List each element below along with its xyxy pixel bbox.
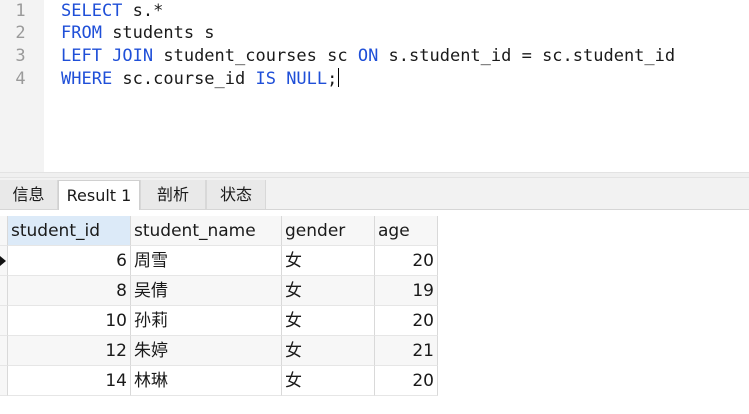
code-text: FROM students s xyxy=(61,22,215,45)
table-cell[interactable]: 林琳 xyxy=(131,366,282,396)
table-cell[interactable]: 女 xyxy=(282,276,375,306)
results-grid[interactable]: student_id student_name gender age 6 周雪 … xyxy=(0,210,749,414)
table-cell[interactable]: 6 xyxy=(8,246,131,276)
table-cell[interactable]: 女 xyxy=(282,336,375,366)
sql-token: sc.course_id xyxy=(112,69,256,89)
column-header-gender[interactable]: gender xyxy=(282,216,375,246)
result-tab-bar: 信息 Result 1 剖析 状态 xyxy=(0,178,749,210)
code-text: WHERE sc.course_id IS NULL; xyxy=(61,68,340,91)
table-cell[interactable]: 女 xyxy=(282,366,375,396)
table-cell[interactable]: 12 xyxy=(8,336,131,366)
row-header[interactable] xyxy=(0,336,8,366)
sql-token: s.student_id = sc.student_id xyxy=(378,46,676,66)
current-row-arrow-icon xyxy=(0,256,6,266)
code-text: LEFT JOIN student_courses sc ON s.studen… xyxy=(61,45,675,68)
column-header-age[interactable]: age xyxy=(375,216,438,246)
table-cell[interactable]: 8 xyxy=(8,276,131,306)
sql-keyword: IS NULL xyxy=(255,69,328,89)
table-cell[interactable]: 周雪 xyxy=(131,246,282,276)
line-number: 2 xyxy=(15,23,26,43)
sql-keyword: LEFT JOIN xyxy=(61,46,154,66)
line-number: 4 xyxy=(15,69,26,89)
sql-token: ; xyxy=(327,69,338,89)
code-line[interactable]: 1 SELECT s.* xyxy=(0,0,749,23)
table-cell[interactable]: 孙莉 xyxy=(131,306,282,336)
sql-token: student_courses sc xyxy=(153,46,358,66)
column-header-student-name[interactable]: student_name xyxy=(131,216,282,246)
sql-keyword: WHERE xyxy=(61,69,113,89)
sql-keyword: ON xyxy=(357,46,379,66)
sql-token: s.* xyxy=(122,1,164,21)
table-cell[interactable]: 10 xyxy=(8,306,131,336)
row-header[interactable] xyxy=(0,276,8,306)
table-cell[interactable]: 20 xyxy=(375,306,438,336)
table-cell[interactable]: 21 xyxy=(375,336,438,366)
table-cell[interactable]: 14 xyxy=(8,366,131,396)
row-header[interactable] xyxy=(0,246,8,276)
tab-status[interactable]: 状态 xyxy=(206,180,266,209)
line-number: 3 xyxy=(15,46,26,66)
table-cell[interactable]: 女 xyxy=(282,306,375,336)
table-cell[interactable]: 朱婷 xyxy=(131,336,282,366)
text-cursor xyxy=(338,68,340,87)
row-header[interactable] xyxy=(0,306,8,336)
column-header-student-id[interactable]: student_id xyxy=(8,216,131,246)
code-line[interactable]: 4 WHERE sc.course_id IS NULL; xyxy=(0,68,749,91)
code-text: SELECT s.* xyxy=(61,0,163,23)
grid-corner xyxy=(0,216,8,246)
line-number: 1 xyxy=(15,1,26,21)
sql-keyword: FROM xyxy=(61,23,102,43)
sql-token: students s xyxy=(101,23,215,43)
tab-result-1[interactable]: Result 1 xyxy=(58,180,140,210)
row-header[interactable] xyxy=(0,366,8,396)
tab-profile[interactable]: 剖析 xyxy=(140,180,206,209)
sql-editor[interactable]: 1 SELECT s.* 2 FROM students s 3 LEFT JOIN st… xyxy=(0,0,749,172)
code-line[interactable]: 2 FROM students s xyxy=(0,22,749,45)
table-cell[interactable]: 20 xyxy=(375,246,438,276)
table-cell[interactable]: 20 xyxy=(375,366,438,396)
code-line[interactable]: 3 LEFT JOIN student_courses sc ON s.stude… xyxy=(0,45,749,68)
tab-info[interactable]: 信息 xyxy=(0,180,58,209)
table-cell[interactable]: 吴倩 xyxy=(131,276,282,306)
sql-keyword: SELECT xyxy=(61,1,123,21)
table-cell[interactable]: 19 xyxy=(375,276,438,306)
table-cell[interactable]: 女 xyxy=(282,246,375,276)
